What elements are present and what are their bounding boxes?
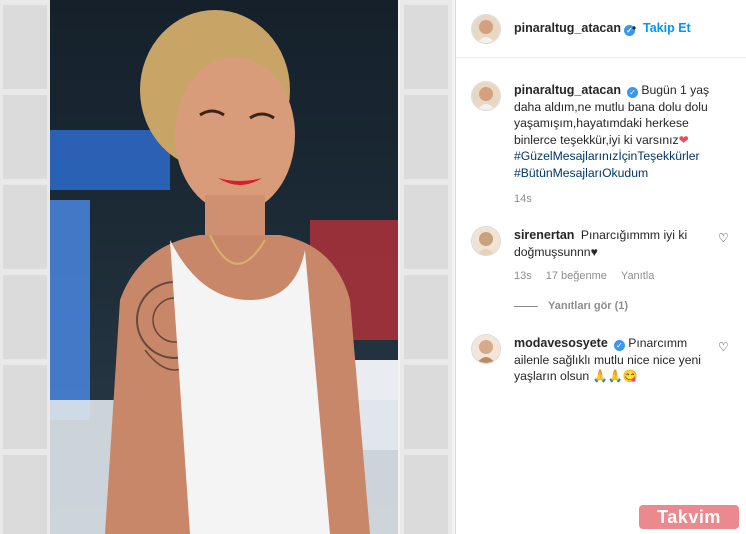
- background-thumbnail: [404, 455, 448, 534]
- background-thumbnail: [404, 365, 448, 449]
- author-avatar[interactable]: [471, 14, 501, 44]
- view-replies-button[interactable]: Yanıtları gör (1): [514, 300, 628, 312]
- background-thumbnail: [404, 185, 448, 269]
- background-thumbnail: [3, 95, 47, 179]
- post-header: pinaraltug_atacan ✓ • Takip Et: [456, 0, 746, 58]
- like-comment-heart-icon[interactable]: ♡: [718, 340, 729, 354]
- author-username[interactable]: pinaraltug_atacan ✓: [514, 21, 635, 36]
- avatar-photo-icon: [472, 15, 500, 43]
- post-caption: pinaraltug_atacan ✓ Bugün 1 yaş daha aldı…: [514, 82, 724, 181]
- view-replies-text[interactable]: Yanıtları gör (1): [548, 300, 628, 312]
- follow-button[interactable]: Takip Et: [643, 21, 691, 35]
- red-heart-emoji: ❤: [678, 132, 689, 147]
- avatar-photo-icon: [472, 335, 500, 363]
- hashtag-link[interactable]: #BütünMesajlarıOkudum: [514, 166, 648, 180]
- avatar-photo-icon: [472, 227, 500, 255]
- background-thumbnail: [404, 275, 448, 359]
- verified-badge-icon: ✓: [613, 340, 625, 351]
- background-thumbnail: [3, 185, 47, 269]
- comment-likes-count[interactable]: 17 beğenme: [546, 270, 607, 282]
- avatar-photo-icon: [472, 82, 500, 110]
- comment-meta: 13s 17 beğenme Yanıtla: [514, 270, 668, 282]
- replies-divider-line: [514, 305, 538, 307]
- caption-time: 14s: [514, 193, 546, 205]
- post-photo-illustration: [50, 10, 398, 534]
- reply-button[interactable]: Yanıtla: [621, 270, 654, 282]
- author-username-text[interactable]: pinaraltug_atacan: [514, 21, 621, 35]
- post-photo[interactable]: [50, 0, 398, 534]
- comment: sirenertan Pınarcığımmm iyi ki doğmuşsun…: [514, 227, 724, 260]
- background-thumbnail: [404, 95, 448, 179]
- caption-username[interactable]: pinaraltug_atacan: [514, 83, 621, 97]
- background-thumbnail: [3, 5, 47, 89]
- background-thumbnail-strip-right: [400, 0, 452, 534]
- takvim-watermark-logo: Takvim: [639, 505, 739, 529]
- background-thumbnail: [3, 365, 47, 449]
- commenter-avatar[interactable]: [471, 226, 501, 256]
- background-thumbnail: [404, 5, 448, 89]
- post-info-panel: pinaraltug_atacan ✓ • Takip Et pinaraltug…: [455, 0, 746, 534]
- background-thumbnail: [3, 275, 47, 359]
- like-comment-heart-icon[interactable]: ♡: [718, 231, 729, 245]
- background-thumbnail: [3, 455, 47, 534]
- comment: modavesosyete ✓ Pınarcımm ailenle sağlıkl…: [514, 335, 724, 385]
- hashtag-link[interactable]: #GüzelMesajlarınızİçinTeşekkürler: [514, 149, 700, 163]
- caption-time-text: 14s: [514, 193, 532, 205]
- comment-username[interactable]: modavesosyete: [514, 336, 608, 350]
- verified-badge-icon: ✓: [626, 87, 638, 98]
- commenter-avatar[interactable]: [471, 334, 501, 364]
- caption-author-avatar[interactable]: [471, 81, 501, 111]
- separator-dot: •: [632, 21, 637, 35]
- comment-username[interactable]: sirenertan: [514, 228, 574, 242]
- comment-time: 13s: [514, 270, 532, 282]
- background-thumbnail-strip-left: [0, 0, 50, 534]
